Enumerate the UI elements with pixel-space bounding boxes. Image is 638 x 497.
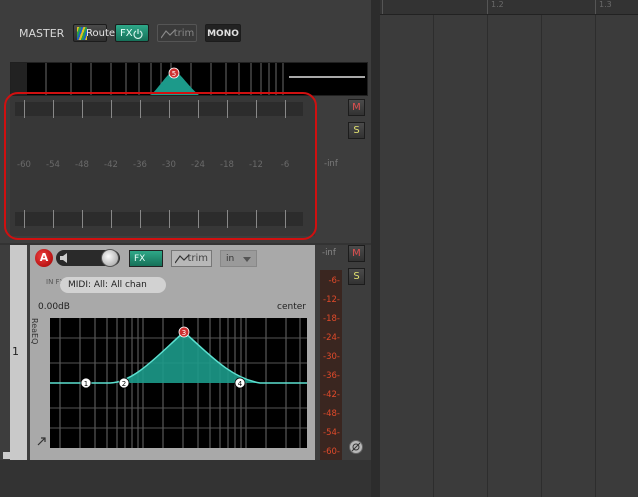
track-meter-scale-label: -60- bbox=[323, 447, 340, 457]
arrange-view[interactable] bbox=[380, 0, 638, 497]
track-eq-graph: 1 2 3 4 bbox=[39, 318, 307, 448]
track-trim-button[interactable]: trim bbox=[171, 250, 212, 267]
track-meter-scale-label: -12- bbox=[323, 295, 340, 305]
track-meter-scale-label: -54- bbox=[323, 428, 340, 438]
volume-value: 0.00dB bbox=[38, 302, 70, 312]
volume-knob-icon[interactable] bbox=[101, 249, 119, 267]
master-label: MASTER bbox=[19, 27, 65, 40]
master-solo-label: S bbox=[353, 125, 360, 136]
midi-input-value: MIDI: All: All chan bbox=[68, 280, 147, 290]
ruler-label: 1.3 bbox=[599, 0, 612, 9]
input-label: in bbox=[226, 254, 235, 264]
master-meter-inf: -inf bbox=[324, 159, 338, 169]
track-mute-button[interactable]: M bbox=[348, 245, 365, 262]
dropdown-arrow-icon bbox=[243, 257, 251, 262]
fx-power-icon bbox=[133, 29, 143, 39]
highlight-annotation bbox=[4, 92, 317, 240]
master-eq-band-marker: 5 bbox=[172, 70, 176, 78]
track-meter-scale-label: -36- bbox=[323, 371, 340, 381]
mixer-empty-area bbox=[0, 460, 371, 497]
track-solo-label: S bbox=[353, 271, 360, 282]
master-mute-button[interactable]: M bbox=[348, 99, 365, 116]
track-trim-label: trim bbox=[187, 253, 208, 264]
route-label: Route bbox=[86, 28, 116, 39]
tcp-divider[interactable] bbox=[371, 0, 380, 497]
pan-mode: center bbox=[277, 302, 306, 312]
track-fx-label: FX bbox=[134, 254, 146, 264]
midi-input-select[interactable]: MIDI: All: All chan bbox=[60, 277, 166, 293]
master-trim-button[interactable]: trim bbox=[157, 24, 197, 42]
ruler-label: 1.2 bbox=[491, 0, 504, 9]
curve-arrow-icon[interactable] bbox=[37, 436, 47, 446]
track-meter-scale-label: -6- bbox=[328, 276, 340, 286]
route-button[interactable]: Route bbox=[73, 24, 115, 42]
track-number: 1 bbox=[12, 345, 19, 358]
track-fx-button[interactable]: FX bbox=[129, 250, 163, 267]
master-eq-curve: 5 bbox=[11, 63, 365, 95]
track-meter-inf: -inf bbox=[322, 248, 336, 258]
master-fx-button[interactable]: FX bbox=[115, 24, 149, 42]
eq-band-1[interactable]: 1 bbox=[84, 380, 88, 388]
eq-band-3[interactable]: 3 bbox=[182, 329, 186, 337]
master-solo-button[interactable]: S bbox=[348, 122, 365, 139]
track-meter-scale-label: -24- bbox=[323, 333, 340, 343]
eq-band-4[interactable]: 4 bbox=[238, 380, 243, 388]
trim-envelope-icon bbox=[175, 254, 189, 264]
master-mute-label: M bbox=[352, 102, 361, 113]
track-solo-button[interactable]: S bbox=[348, 268, 365, 285]
master-eq-display[interactable]: 5 bbox=[10, 62, 368, 96]
record-arm-label: A bbox=[39, 251, 49, 264]
track-eq-display[interactable]: 1 2 3 4 bbox=[39, 318, 307, 448]
track-meter-scale-label: -42- bbox=[323, 390, 340, 400]
input-monitor-button[interactable]: in bbox=[220, 250, 257, 267]
route-icon bbox=[77, 27, 87, 40]
mono-button[interactable]: MONO bbox=[205, 24, 241, 42]
track-meter-scale-label: -18- bbox=[323, 314, 340, 324]
mono-label: MONO bbox=[207, 29, 239, 39]
track-folder-icon[interactable] bbox=[3, 452, 10, 459]
track-mute-label: M bbox=[352, 248, 361, 259]
eq-band-2[interactable]: 2 bbox=[122, 380, 126, 388]
phase-invert-icon[interactable] bbox=[349, 440, 363, 454]
record-arm-button[interactable]: A bbox=[35, 249, 53, 267]
track-meter-scale-label: -30- bbox=[323, 352, 340, 362]
timeline-ruler[interactable]: 1.2 1.3 bbox=[380, 0, 638, 15]
trim-envelope-icon bbox=[161, 29, 175, 39]
track-meter-scale-label: -48- bbox=[323, 409, 340, 419]
fx-name-label: ReaEQ bbox=[30, 318, 39, 345]
speaker-icon bbox=[60, 253, 67, 263]
master-fx-label: FX bbox=[120, 28, 133, 39]
